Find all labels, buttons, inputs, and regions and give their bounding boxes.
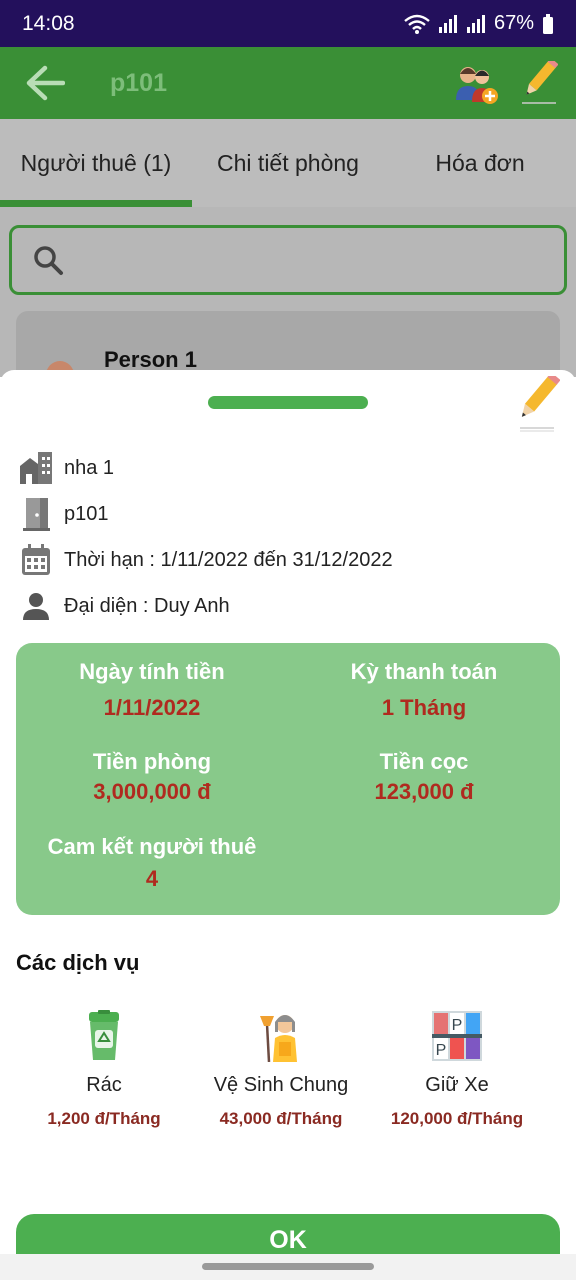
service-name: Vệ Sinh Chung [213,1074,349,1096]
service-price: 1,200 đ/Tháng [47,1109,161,1128]
status-time: 14:08 [22,11,75,35]
pencil-icon [522,61,558,104]
room-rent-label: Tiền phòng [92,749,212,774]
room-name: p101 [64,502,109,525]
service-item[interactable]: Vệ Sinh Chung 43,000 đ/Tháng [191,1010,371,1129]
add-tenant-button[interactable] [452,59,500,107]
term-row: Thời hạn : 1/11/2022 đến 31/12/2022 [18,542,393,578]
person-icon [18,588,54,624]
tenant-commitment: Cam kết người thuê 4 [32,834,272,892]
lease-term: Thời hạn : 1/11/2022 đến 31/12/2022 [64,548,393,571]
tab-invoices[interactable]: Hóa đơn [384,119,576,207]
app-bar: p101 [0,47,576,119]
house-row: nha 1 [18,450,114,486]
edit-room-button[interactable] [514,59,562,107]
edit-tenant-button[interactable] [512,372,561,432]
search-icon [34,246,63,275]
service-item[interactable]: Rác 1,200 đ/Tháng [14,1010,194,1129]
room-rent-value: 3,000,000 đ [93,779,211,804]
service-price: 43,000 đ/Tháng [219,1109,343,1128]
signal-icon [438,14,457,33]
representative-row: Đại diện : Duy Anh [18,588,230,624]
commitment-label: Cam kết người thuê [47,834,257,859]
billing-date: Ngày tính tiền 1/11/2022 [32,659,272,721]
signal-icon-2 [466,14,485,33]
room-row: p101 [18,496,109,532]
battery-percent: 67% [493,12,534,34]
page-title: p101 [110,68,167,97]
service-price: 120,000 đ/Tháng [390,1109,524,1128]
wifi-icon [404,14,430,34]
calendar-icon [18,542,54,578]
cleaner-icon [255,1010,307,1063]
back-button[interactable] [0,47,90,119]
pencil-icon [520,372,561,432]
drag-handle[interactable] [208,396,368,409]
deposit: Tiền cọc 123,000 đ [304,749,544,805]
house-name: nha 1 [64,456,115,479]
commitment-value: 4 [145,866,159,891]
tenant-detail-sheet: nha 1 p101 Thời hạn : 1/11/2022 đến 31/1… [0,370,576,1280]
tab-bar: Người thuê (1) Chi tiết phòng Hóa đơn [0,119,576,207]
back-arrow-icon [26,65,65,101]
svg-text:P: P [452,1017,463,1034]
deposit-label: Tiền cọc [379,749,469,774]
building-icon [18,450,54,486]
status-bar: 14:08 67% [0,0,576,47]
status-icons: 67% [404,12,554,35]
service-name: Giữ Xe [425,1074,489,1096]
home-gesture-handle[interactable] [202,1263,374,1270]
svg-text:P: P [436,1042,447,1059]
door-icon [18,496,54,532]
billing-date-label: Ngày tính tiền [79,659,225,684]
billing-date-value: 1/11/2022 [103,695,201,720]
add-people-icon [456,67,498,104]
trash-bin-icon [78,1010,130,1062]
contract-summary-card: Ngày tính tiền 1/11/2022 Kỳ thanh toán 1… [16,643,560,915]
payment-period-value: 1 Tháng [381,695,467,720]
payment-period-label: Kỳ thanh toán [350,659,498,684]
system-nav-bar [0,1254,576,1280]
battery-icon [543,13,553,34]
service-item[interactable]: P P Giữ Xe 120,000 đ/Tháng [367,1010,547,1129]
parking-icon: P P [431,1010,483,1062]
room-rent: Tiền phòng 3,000,000 đ [32,749,272,805]
tenant-list-area: Person 1 [0,207,576,411]
services-title: Các dịch vụ [16,950,140,975]
tab-room-details[interactable]: Chi tiết phòng [192,119,384,207]
search-input[interactable] [9,225,567,295]
payment-period: Kỳ thanh toán 1 Tháng [304,659,544,721]
service-name: Rác [86,1074,122,1096]
deposit-value: 123,000 đ [374,779,474,804]
representative-name: Đại diện : Duy Anh [64,594,230,617]
tab-tenants[interactable]: Người thuê (1) [0,119,192,207]
